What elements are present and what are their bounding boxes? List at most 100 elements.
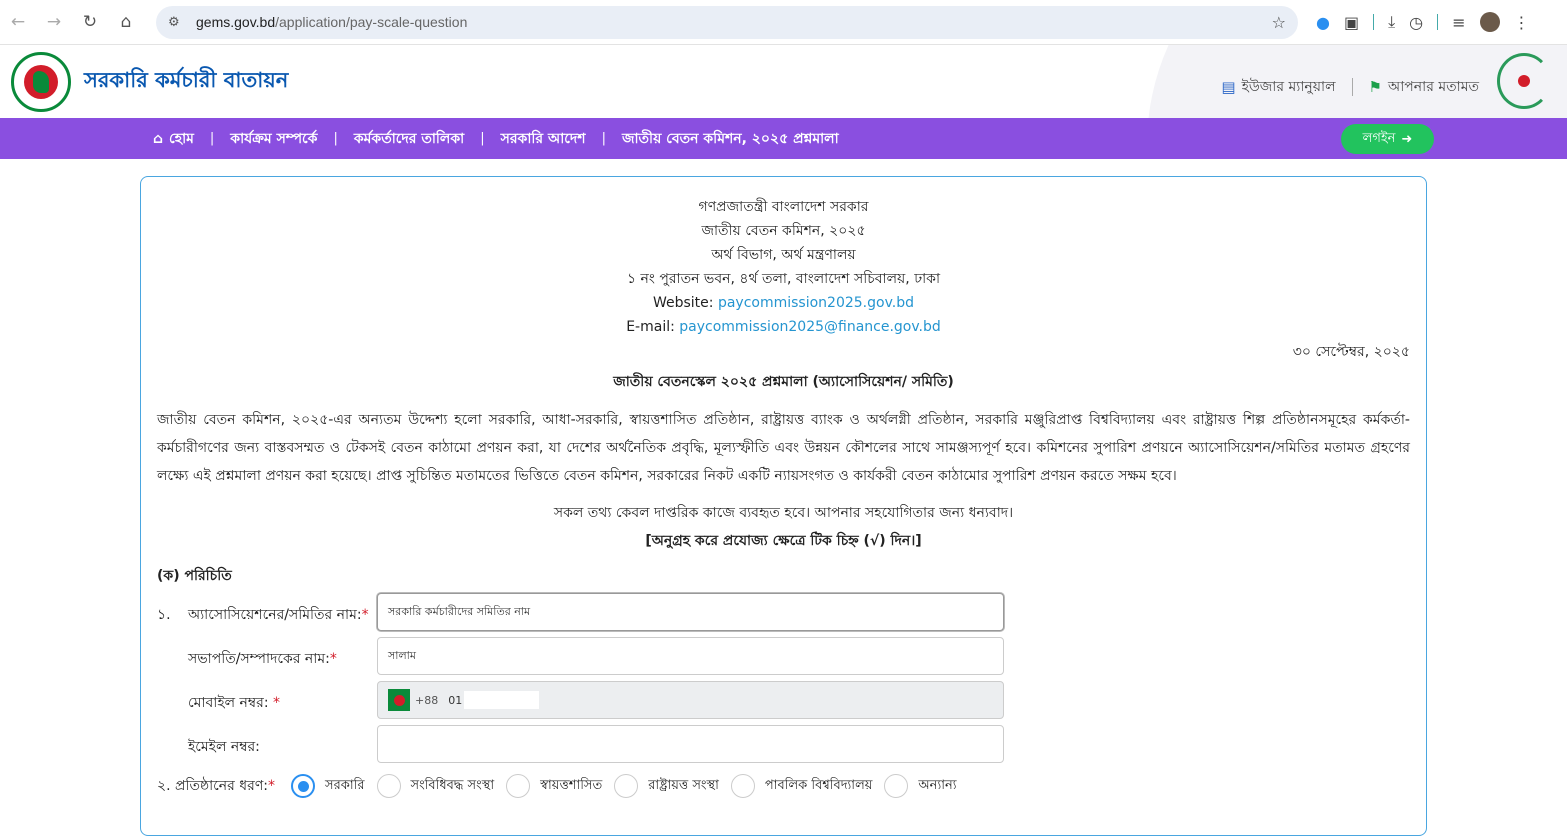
browser-toolbar: ← → ↻ ⌂ ⚙ gems.gov.bd/application/pay-sc… [0,0,1567,45]
organization-type-row: ২. প্রতিষ্ঠানের ধরণ:* সরকারি সংবিধিবদ্ধ … [157,774,969,798]
required-marker: * [361,607,369,623]
country-code: +88 [415,693,439,707]
nav-pay-commission-questionnaire[interactable]: জাতীয় বেতন কমিশন, ২০২৫ প্রশ্নমালা [622,127,839,151]
mobile-number-input[interactable]: +88 01 [377,681,1004,719]
back-icon[interactable]: ← [0,4,36,40]
pay-commission-logo [1497,53,1551,109]
home-icon[interactable]: ⌂ [108,4,144,40]
email-field-label: ইমেইল নম্বর: [188,739,260,755]
required-marker: * [329,651,337,667]
question-number: ১. [157,607,171,623]
nav-home[interactable]: ⌂ হোম [153,127,194,151]
privacy-note: সকল তথ্য কেবল দাপ্তরিক কাজে ব্যবহৃত হবে।… [553,505,1014,521]
profile-avatar[interactable] [1479,12,1500,32]
mobile-number-value: 01 [448,693,463,707]
association-name-input[interactable]: সরকারি কর্মচারীদের সমিতির নাম [377,593,1004,631]
president-name-row: সভাপতি/সম্পাদকের নাম:* সালাম [157,637,1017,675]
user-manual-link[interactable]: ▤ ইউজার ম্যানুয়াল [1221,75,1335,99]
org-type-option-statutory[interactable]: সংবিধিবদ্ধ সংস্থা [376,774,495,798]
user-manual-label: ইউজার ম্যানুয়াল [1241,79,1336,95]
letterhead-government: গণপ্রজাতন্ত্রী বাংলাদেশ সরকার [698,199,869,215]
org-type-option-government[interactable]: সরকারি [291,774,365,798]
flag-icon: ⚑ [1368,78,1382,96]
feedback-label: আপনার মতামত [1387,79,1479,95]
address-bar[interactable]: ⚙ gems.gov.bd/application/pay-scale-ques… [156,5,1298,39]
letterhead-email: E-mail: paycommission2025@finance.gov.bd [141,315,1426,339]
required-marker: * [273,695,281,711]
website-link[interactable]: paycommission2025.gov.bd [718,295,914,311]
radio-button[interactable] [730,774,755,798]
org-type-option-other[interactable]: অন্যান্য [884,774,957,798]
org-type-option-public-university[interactable]: পাবলিক বিশ্ববিদ্যালয় [730,774,873,798]
email-row: ইমেইল নম্বর: [157,725,1017,763]
letterhead-commission: জাতীয় বেতন কমিশন, ২০২৫ [701,223,866,239]
site-brand[interactable]: সরকারি কর্মচারী বাতায়ন [84,64,288,99]
forward-icon[interactable]: → [36,4,72,40]
radio-button[interactable] [291,774,316,798]
login-label: লগইন [1362,130,1396,146]
nav-divider: | [333,131,338,146]
puzzle-icon[interactable]: ▣ [1344,13,1359,32]
option-label: সরকারি [325,777,365,793]
president-name-label: সভাপতি/সম্পাদকের নাম:* [188,651,337,667]
nav-about[interactable]: কার্যক্রম সম্পর্কে [230,127,317,151]
option-label: রাষ্ট্রায়ত্ত সংস্থা [648,777,719,793]
section-heading-introduction: (ক) পরিচিতি [157,568,232,584]
radio-button[interactable] [506,774,531,798]
extension-icon[interactable]: ● [1316,13,1330,32]
government-seal-logo[interactable] [11,51,71,112]
letterhead-address: ১ নং পুরাতন ভবন, ৪র্থ তলা, বাংলাদেশ সচিব… [626,271,941,287]
tick-instruction: [অনুগ্রহ করে প্রযোজ্য ক্ষেত্রে টিক চিহ্ন… [645,533,922,549]
email-link[interactable]: paycommission2025@finance.gov.bd [679,319,941,335]
nav-divider: | [601,131,606,146]
nav-divider: | [209,131,215,146]
bangladesh-flag-icon[interactable] [388,689,410,711]
reading-list-icon[interactable]: ≡ [1452,13,1465,32]
questionnaire-title: জাতীয় বেতনস্কেল ২০২৫ প্রশ্নমালা (অ্যাসো… [613,374,954,390]
email-label: E-mail: [626,319,675,335]
login-arrow-icon: ➜ [1401,131,1413,147]
history-icon[interactable]: ◷ [1409,13,1423,32]
questionnaire-card: গণপ্রজাতন্ত্রী বাংলাদেশ সরকার জাতীয় বেত… [140,176,1427,836]
menu-icon[interactable]: ⋮ [1514,13,1530,32]
site-info-icon[interactable]: ⚙ [168,15,190,30]
bookmark-star-icon[interactable]: ☆ [1272,13,1286,32]
letter-date: ৩০ সেপ্টেম্বর, ২০২৫ [1292,344,1410,360]
website-label: Website: [652,295,714,311]
required-marker: * [268,778,276,794]
intro-paragraph: জাতীয় বেতন কমিশন, ২০২৫-এর অন্যতম উদ্দেশ… [157,412,1410,484]
nav-home-label: হোম [169,130,194,147]
nav-officers-list[interactable]: কর্মকর্তাদের তালিকা [354,127,464,151]
document-icon: ▤ [1221,78,1236,96]
nav-divider: | [480,131,485,146]
email-input[interactable] [377,725,1004,763]
mobile-number-label: মোবাইল নম্বর: * [188,695,281,711]
toolbar-divider [1437,14,1439,30]
download-icon[interactable]: ⤓ [1388,12,1395,32]
nav-government-orders[interactable]: সরকারি আদেশ [501,127,586,151]
association-name-label: অ্যাসোসিয়েশনের/সমিতির নাম:* [188,607,369,623]
letterhead-division: অর্থ বিভাগ, অর্থ মন্ত্রণালয় [711,247,856,263]
main-navigation: ⌂ হোম | কার্যক্রম সম্পর্কে | কর্মকর্তাদে… [0,118,1567,159]
option-label: অন্যান্য [918,777,957,793]
option-label: সংবিধিবদ্ধ সংস্থা [410,777,495,793]
letterhead: গণপ্রজাতন্ত্রী বাংলাদেশ সরকার জাতীয় বেত… [141,195,1426,339]
association-name-row: ১. অ্যাসোসিয়েশনের/সমিতির নাম:* সরকারি ক… [157,593,1017,631]
header-divider [1351,78,1353,96]
redacted-number [464,691,540,709]
option-label: পাবলিক বিশ্ববিদ্যালয় [764,777,873,793]
home-icon: ⌂ [153,130,164,147]
toolbar-divider [1373,14,1375,30]
organization-type-label: ২. প্রতিষ্ঠানের ধরণ:* [157,778,276,794]
radio-button[interactable] [884,774,909,798]
org-type-option-autonomous[interactable]: স্বায়ত্তশাসিত [506,774,602,798]
letterhead-website: Website: paycommission2025.gov.bd [141,291,1426,315]
login-button[interactable]: লগইন ➜ [1341,124,1434,154]
president-name-input[interactable]: সালাম [377,637,1004,675]
feedback-link[interactable]: ⚑ আপনার মতামত [1369,75,1479,99]
url-text: gems.gov.bd/application/pay-scale-questi… [196,14,468,30]
org-type-option-state-owned[interactable]: রাষ্ট্রায়ত্ত সংস্থা [614,774,719,798]
radio-button[interactable] [376,774,401,798]
radio-button[interactable] [614,774,639,798]
reload-icon[interactable]: ↻ [72,4,108,40]
